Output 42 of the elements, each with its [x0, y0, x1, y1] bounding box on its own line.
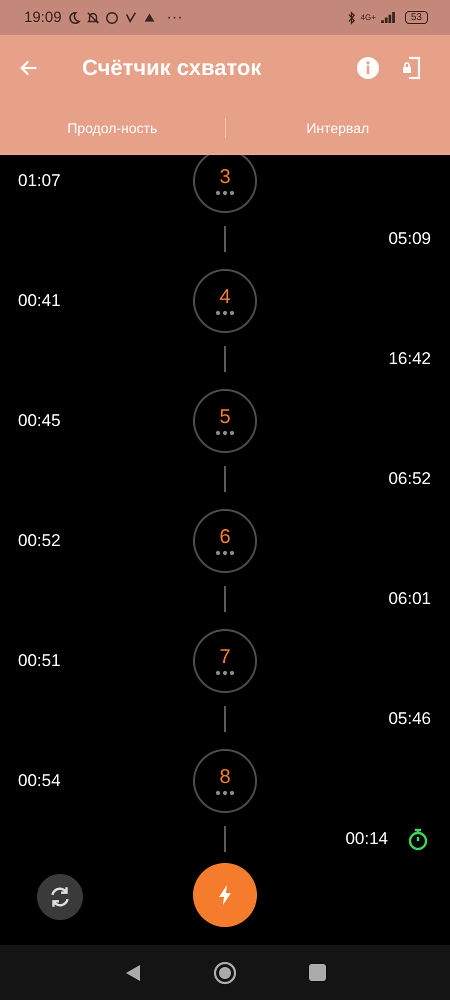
contraction-duration: 00:41: [18, 291, 61, 311]
bell-off-icon: [86, 10, 100, 24]
recents-nav-icon[interactable]: [308, 964, 326, 981]
more-icon: [215, 791, 235, 795]
interval-time: 06:52: [388, 469, 431, 489]
network-type: 4G+: [360, 13, 376, 22]
back-nav-icon[interactable]: [124, 964, 140, 982]
home-nav-icon[interactable]: [212, 960, 236, 984]
check-icon: [124, 10, 138, 24]
contraction-duration: 01:07: [18, 171, 61, 191]
stopwatch-icon: [406, 827, 430, 851]
contraction-marker[interactable]: 7: [193, 629, 257, 693]
interval-time: 00:14: [345, 829, 388, 849]
contraction-marker[interactable]: 6: [193, 509, 257, 573]
contraction-duration: 00:54: [18, 771, 61, 791]
app-title: Счётчик схваток: [82, 54, 262, 80]
interval-time: 16:42: [388, 349, 431, 369]
more-icon: [215, 191, 235, 195]
more-icon: [215, 671, 235, 675]
contraction-marker[interactable]: 4: [193, 269, 257, 333]
battery-indicator: 53: [404, 11, 428, 24]
interval-time: 05:46: [388, 709, 431, 729]
duration-column-header: Продол-ность: [66, 120, 158, 136]
info-icon: [356, 56, 380, 80]
more-notifications: ···: [166, 8, 183, 26]
signal-icon: [380, 12, 396, 23]
more-icon: [215, 311, 235, 315]
bluetooth-icon: [346, 10, 356, 24]
contraction-duration: 00:51: [18, 651, 61, 671]
contraction-marker[interactable]: 8: [193, 749, 257, 813]
more-icon: [215, 431, 235, 435]
reset-button[interactable]: [37, 874, 83, 920]
interval-column-header: Интервал: [305, 120, 370, 136]
moon-icon: [66, 10, 81, 24]
status-time: 19:09: [24, 9, 62, 26]
contraction-duration: 00:52: [18, 531, 61, 551]
contraction-marker[interactable]: 3: [193, 155, 257, 213]
contraction-marker[interactable]: 5: [193, 389, 257, 453]
interval-time: 05:09: [388, 229, 431, 249]
interval-time: 06:01: [388, 589, 431, 609]
more-icon: [215, 551, 235, 555]
contraction-duration: 00:45: [18, 411, 61, 431]
